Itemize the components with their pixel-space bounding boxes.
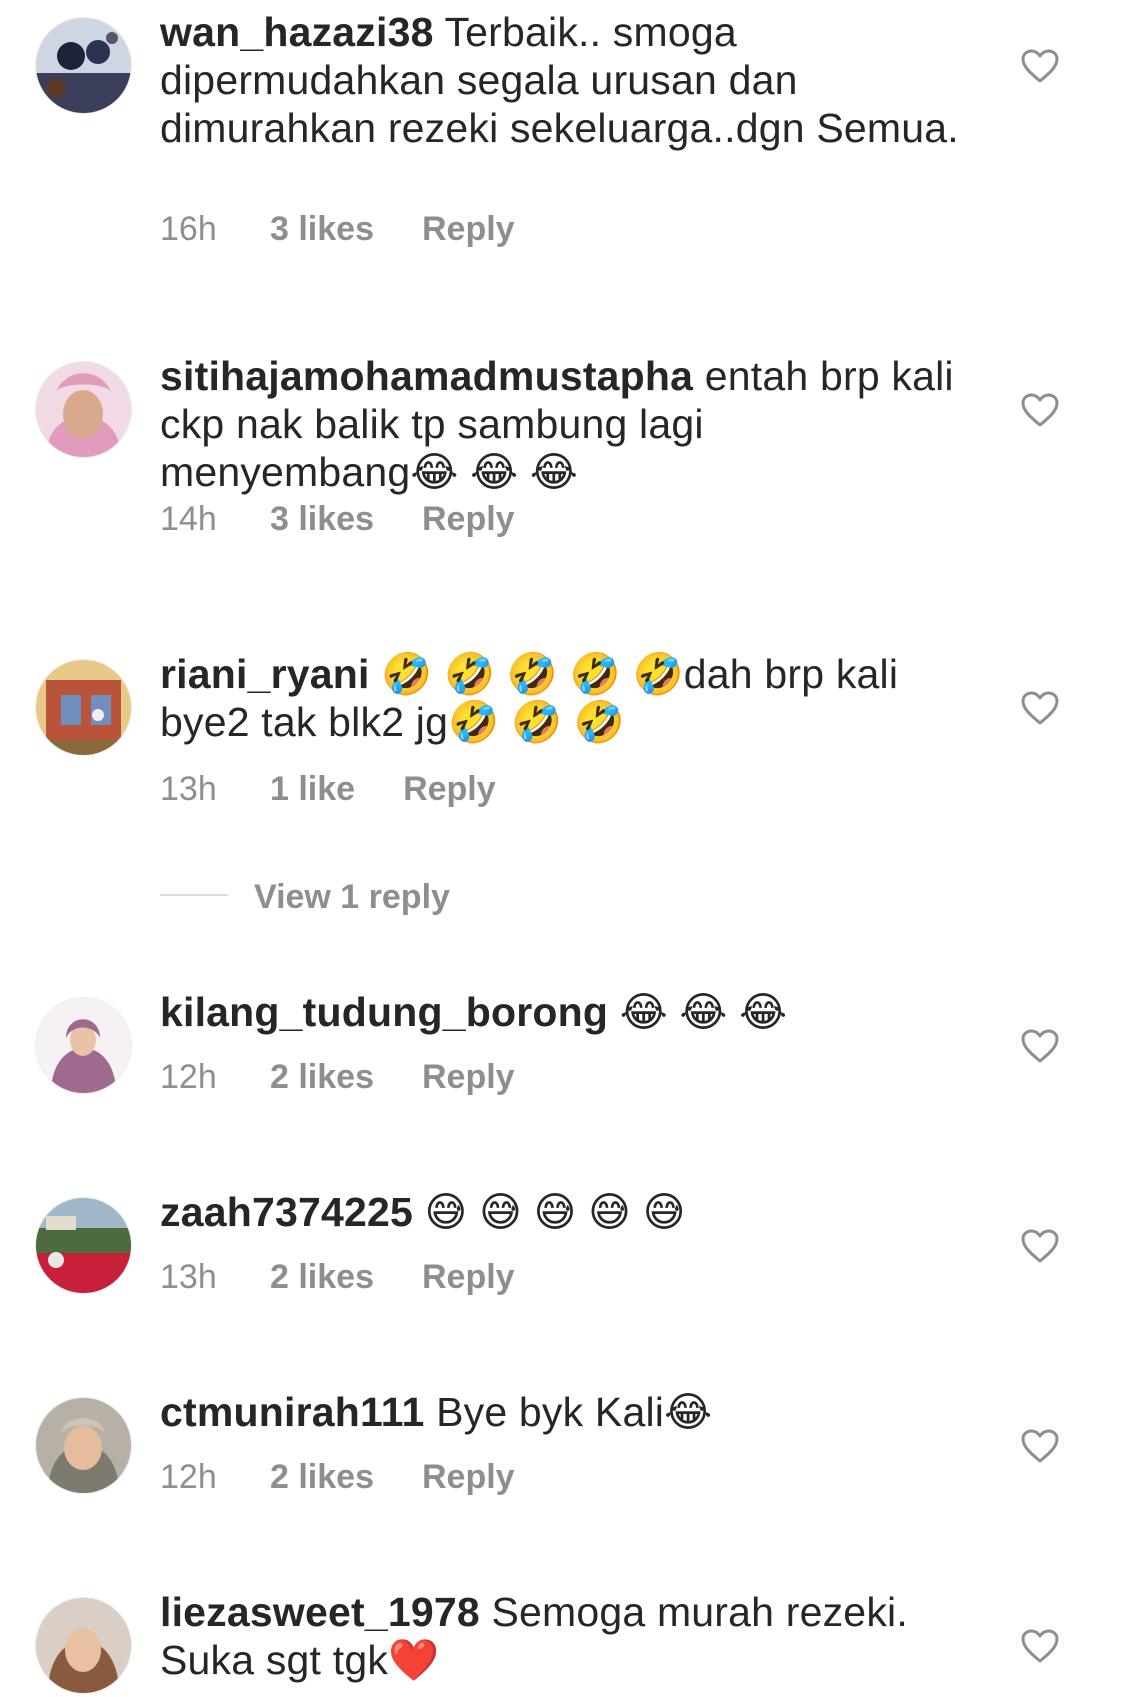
heart-icon[interactable] [1020, 1628, 1060, 1664]
avatar[interactable] [36, 18, 131, 113]
comment-username[interactable]: riani_ryani [160, 651, 370, 697]
reply-button[interactable]: Reply [422, 1458, 515, 1497]
comment-username[interactable]: sitihajamohamadmustapha [160, 353, 693, 399]
comment-username[interactable]: wan_hazazi38 [160, 9, 434, 55]
comment-username[interactable]: ctmunirah111 [160, 1389, 424, 1435]
avatar[interactable] [36, 1198, 131, 1293]
avatar-image [36, 1398, 131, 1493]
comment-meta: 12h 2 likes Reply [160, 1058, 515, 1097]
comment-meta: 16h 3 likes Reply [160, 210, 515, 249]
avatar[interactable] [36, 660, 131, 755]
avatar[interactable] [36, 1598, 131, 1693]
comment-time: 13h [160, 1258, 217, 1296]
comment-likes[interactable]: 1 like [270, 770, 355, 809]
comment-body: ctmunirah111 Bye byk Kali😂 [160, 1388, 960, 1436]
reply-button[interactable]: Reply [422, 500, 515, 539]
heart-icon[interactable] [1020, 1228, 1060, 1264]
comment-username[interactable]: zaah7374225 [160, 1189, 413, 1235]
heart-icon[interactable] [1020, 1028, 1060, 1064]
comment-likes[interactable]: 2 likes [270, 1258, 374, 1297]
heart-icon[interactable] [1020, 1428, 1060, 1464]
comment-time: 12h [160, 1058, 217, 1096]
comment-time: 13h [160, 770, 217, 808]
comment-meta: 13h 2 likes Reply [160, 1258, 515, 1297]
avatar-image [36, 1198, 131, 1293]
comment-time: 14h [160, 500, 217, 538]
heart-icon[interactable] [1020, 48, 1060, 84]
avatar-image [36, 998, 131, 1093]
comment-meta: 12h 2 likes Reply [160, 1458, 515, 1497]
comment-time: 12h [160, 1458, 217, 1496]
comment-body: liezasweet_1978 Semoga murah rezeki. Suk… [160, 1588, 960, 1684]
reply-button[interactable]: Reply [422, 210, 515, 249]
avatar[interactable] [36, 998, 131, 1093]
comment-body: zaah7374225 😅 😅 😅 😅 😅 [160, 1188, 960, 1236]
avatar[interactable] [36, 1398, 131, 1493]
comment-likes[interactable]: 3 likes [270, 210, 374, 249]
view-replies-label: View 1 reply [254, 878, 450, 916]
avatar-image [36, 18, 131, 113]
comment-text: Bye byk Kali😂 [424, 1389, 713, 1435]
comment-username[interactable]: liezasweet_1978 [160, 1589, 480, 1635]
comment-body: riani_ryani 🤣 🤣 🤣 🤣 🤣dah brp kali bye2 t… [160, 650, 960, 746]
comments-list: wan_hazazi38 Terbaik.. smoga dipermudahk… [0, 0, 1125, 1697]
comment-text: 😅 😅 😅 😅 😅 [412, 1189, 686, 1235]
comment-body: kilang_tudung_borong 😂 😂 😂 [160, 988, 960, 1036]
reply-button[interactable]: Reply [403, 770, 496, 809]
avatar-image [36, 362, 131, 457]
view-replies-button[interactable]: View 1 reply [160, 878, 450, 918]
thread-line [160, 894, 228, 897]
comment-text: 😂 😂 😂 [608, 989, 788, 1035]
comment-likes[interactable]: 3 likes [270, 500, 374, 539]
avatar-image [36, 660, 131, 755]
heart-icon[interactable] [1020, 690, 1060, 726]
comment-likes[interactable]: 2 likes [270, 1458, 374, 1497]
comment-meta: 13h 1 like Reply [160, 770, 496, 809]
comment-body: sitihajamohamadmustapha entah brp kali c… [160, 352, 960, 496]
avatar-image [36, 1598, 131, 1693]
comment-time: 16h [160, 210, 217, 248]
comment-likes[interactable]: 2 likes [270, 1058, 374, 1097]
reply-button[interactable]: Reply [422, 1058, 515, 1097]
reply-button[interactable]: Reply [422, 1258, 515, 1297]
comment-meta: 14h 3 likes Reply [160, 500, 515, 539]
heart-icon[interactable] [1020, 392, 1060, 428]
comment-username[interactable]: kilang_tudung_borong [160, 989, 608, 1035]
comment-body: wan_hazazi38 Terbaik.. smoga dipermudahk… [160, 8, 960, 152]
avatar[interactable] [36, 362, 131, 457]
